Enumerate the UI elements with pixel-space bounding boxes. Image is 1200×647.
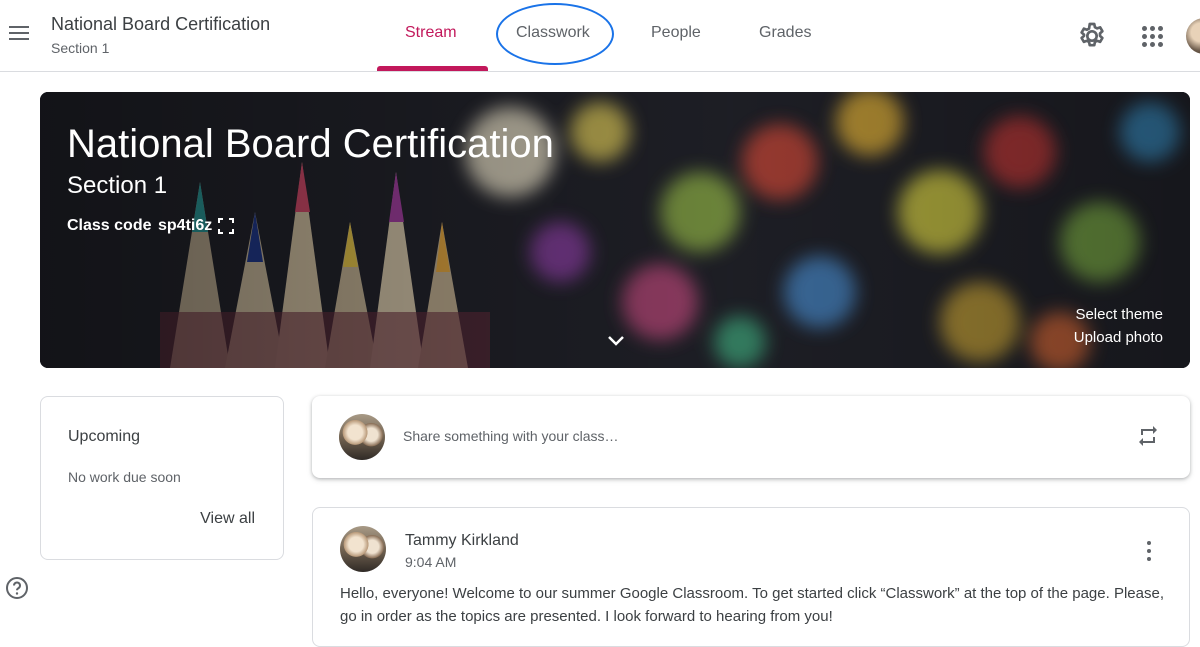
- class-code-value[interactable]: sp4ti6z: [158, 217, 212, 235]
- post-body: Hello, everyone! Welcome to our summer G…: [340, 585, 1164, 625]
- fullscreen-icon[interactable]: [218, 218, 234, 234]
- upcoming-card: Upcoming No work due soon View all: [40, 396, 284, 560]
- upcoming-empty-text: No work due soon: [68, 469, 181, 485]
- class-title[interactable]: National Board Certification: [51, 14, 270, 35]
- tab-stream[interactable]: Stream: [405, 24, 457, 42]
- apps-grid-icon[interactable]: [1138, 22, 1166, 50]
- top-app-bar: National Board Certification Section 1 S…: [0, 0, 1200, 72]
- tab-people[interactable]: People: [651, 24, 701, 42]
- post-time: 9:04 AM: [405, 554, 457, 570]
- gear-icon[interactable]: [1076, 20, 1108, 52]
- active-tab-indicator: [377, 66, 488, 71]
- more-vert-icon[interactable]: [1145, 540, 1153, 562]
- upload-photo-link[interactable]: Upload photo: [1074, 329, 1163, 346]
- upcoming-title: Upcoming: [68, 428, 141, 445]
- class-section: Section 1: [51, 40, 110, 56]
- help-icon[interactable]: [5, 576, 29, 600]
- banner-class-title: National Board Certification: [67, 122, 554, 166]
- select-theme-link[interactable]: Select theme: [1075, 306, 1163, 323]
- account-avatar[interactable]: [1186, 18, 1200, 54]
- class-code-label: Class code: [67, 217, 152, 234]
- hamburger-menu-icon[interactable]: [6, 20, 32, 46]
- repost-icon[interactable]: [1136, 424, 1160, 448]
- user-avatar: [339, 414, 385, 460]
- post-author: Tammy Kirkland: [405, 532, 519, 549]
- banner-section: Section 1: [67, 172, 168, 199]
- view-all-link[interactable]: View all: [200, 510, 255, 528]
- share-input[interactable]: Share something with your class…: [403, 428, 619, 444]
- share-announcement-box[interactable]: Share something with your class…: [312, 396, 1190, 478]
- stream-post: Tammy Kirkland 9:04 AM Hello, everyone! …: [312, 507, 1190, 647]
- tab-grades[interactable]: Grades: [759, 24, 811, 42]
- classwork-highlight-circle: [496, 3, 614, 65]
- author-avatar: [340, 526, 386, 572]
- chevron-down-icon[interactable]: [605, 332, 627, 348]
- class-banner: National Board Certification Section 1 C…: [40, 92, 1190, 368]
